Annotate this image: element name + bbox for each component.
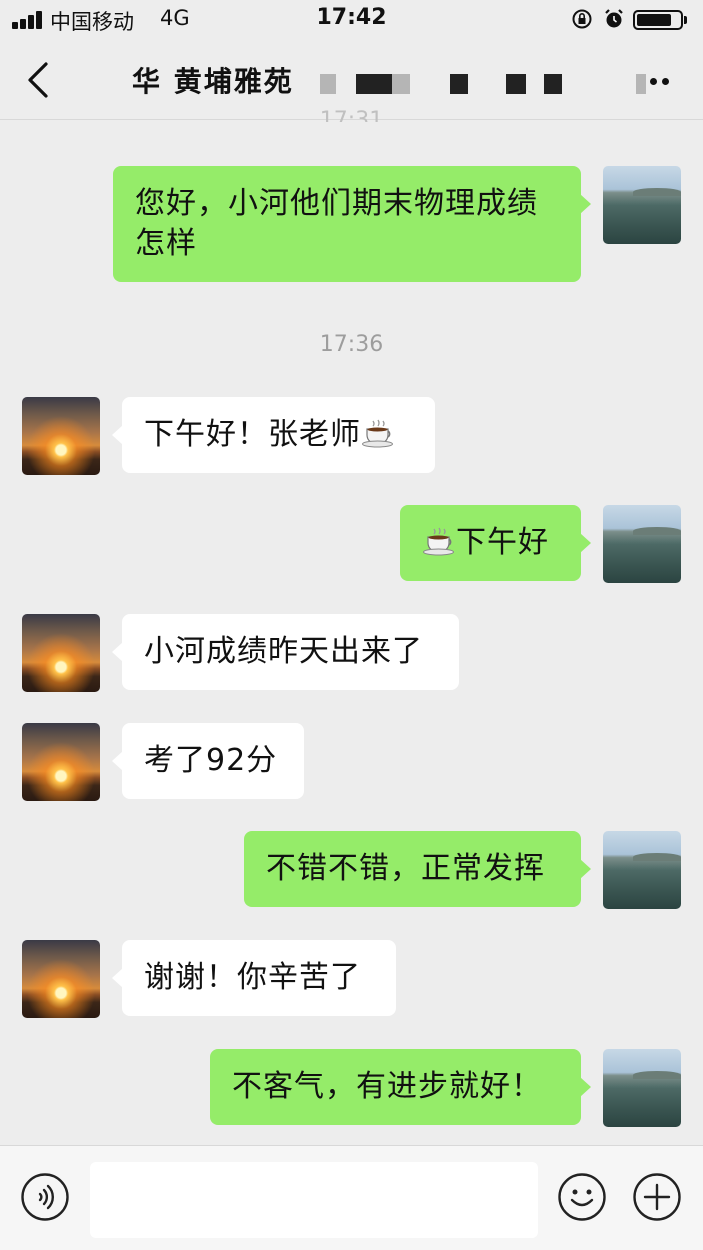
back-button[interactable] xyxy=(20,58,60,102)
avatar[interactable] xyxy=(22,723,100,801)
more-icon xyxy=(650,78,657,85)
plus-button[interactable] xyxy=(632,1172,682,1222)
redaction-block xyxy=(544,74,562,94)
message-bubble[interactable]: 谢谢！你辛苦了 xyxy=(112,940,396,1016)
message-bubble[interactable]: 不客气，有进步就好！ xyxy=(210,1049,591,1125)
message-bubble[interactable]: 您好，小河他们期末物理成绩 怎样 xyxy=(113,166,591,282)
status-bar: 中国移动 4G 17:42 xyxy=(0,0,703,40)
message-bubble[interactable]: 下午好！张老师 xyxy=(112,397,435,473)
emoji-button[interactable] xyxy=(557,1172,607,1222)
voice-icon xyxy=(38,1192,43,1202)
avatar[interactable] xyxy=(603,1049,681,1127)
more-button[interactable] xyxy=(636,62,680,102)
message-bubble[interactable]: 下午好 xyxy=(400,505,591,581)
message-text: 下午好！张老师 xyxy=(144,417,361,452)
orientation-lock-icon xyxy=(572,9,592,29)
redaction-block xyxy=(356,74,392,94)
alarm-icon xyxy=(605,9,623,28)
avatar[interactable] xyxy=(22,397,100,475)
avatar[interactable] xyxy=(22,614,100,692)
redaction-block xyxy=(506,74,526,94)
avatar[interactable] xyxy=(603,831,681,909)
message-bubble[interactable]: 小河成绩昨天出来了 xyxy=(112,614,459,690)
input-bar xyxy=(0,1145,703,1250)
message-bubble[interactable]: 考了92分 xyxy=(112,723,304,799)
redaction-block xyxy=(450,74,468,94)
partial-timestamp: 17:31 xyxy=(319,108,384,122)
message-bubble[interactable]: 不错不错，正常发挥 xyxy=(244,831,591,907)
avatar[interactable] xyxy=(603,505,681,583)
voice-button[interactable] xyxy=(20,1172,70,1222)
redaction-block xyxy=(392,74,410,94)
message-input[interactable] xyxy=(90,1162,538,1238)
battery-icon xyxy=(633,10,683,30)
time-divider: 17:36 xyxy=(319,332,384,357)
avatar[interactable] xyxy=(603,166,681,244)
redaction-block xyxy=(320,74,336,94)
message-text: 下午好 xyxy=(456,525,549,560)
avatar[interactable] xyxy=(22,940,100,1018)
coffee-icon xyxy=(423,527,454,556)
coffee-icon xyxy=(362,419,393,448)
chat-title: 华 黄埔雅苑 xyxy=(132,65,294,98)
